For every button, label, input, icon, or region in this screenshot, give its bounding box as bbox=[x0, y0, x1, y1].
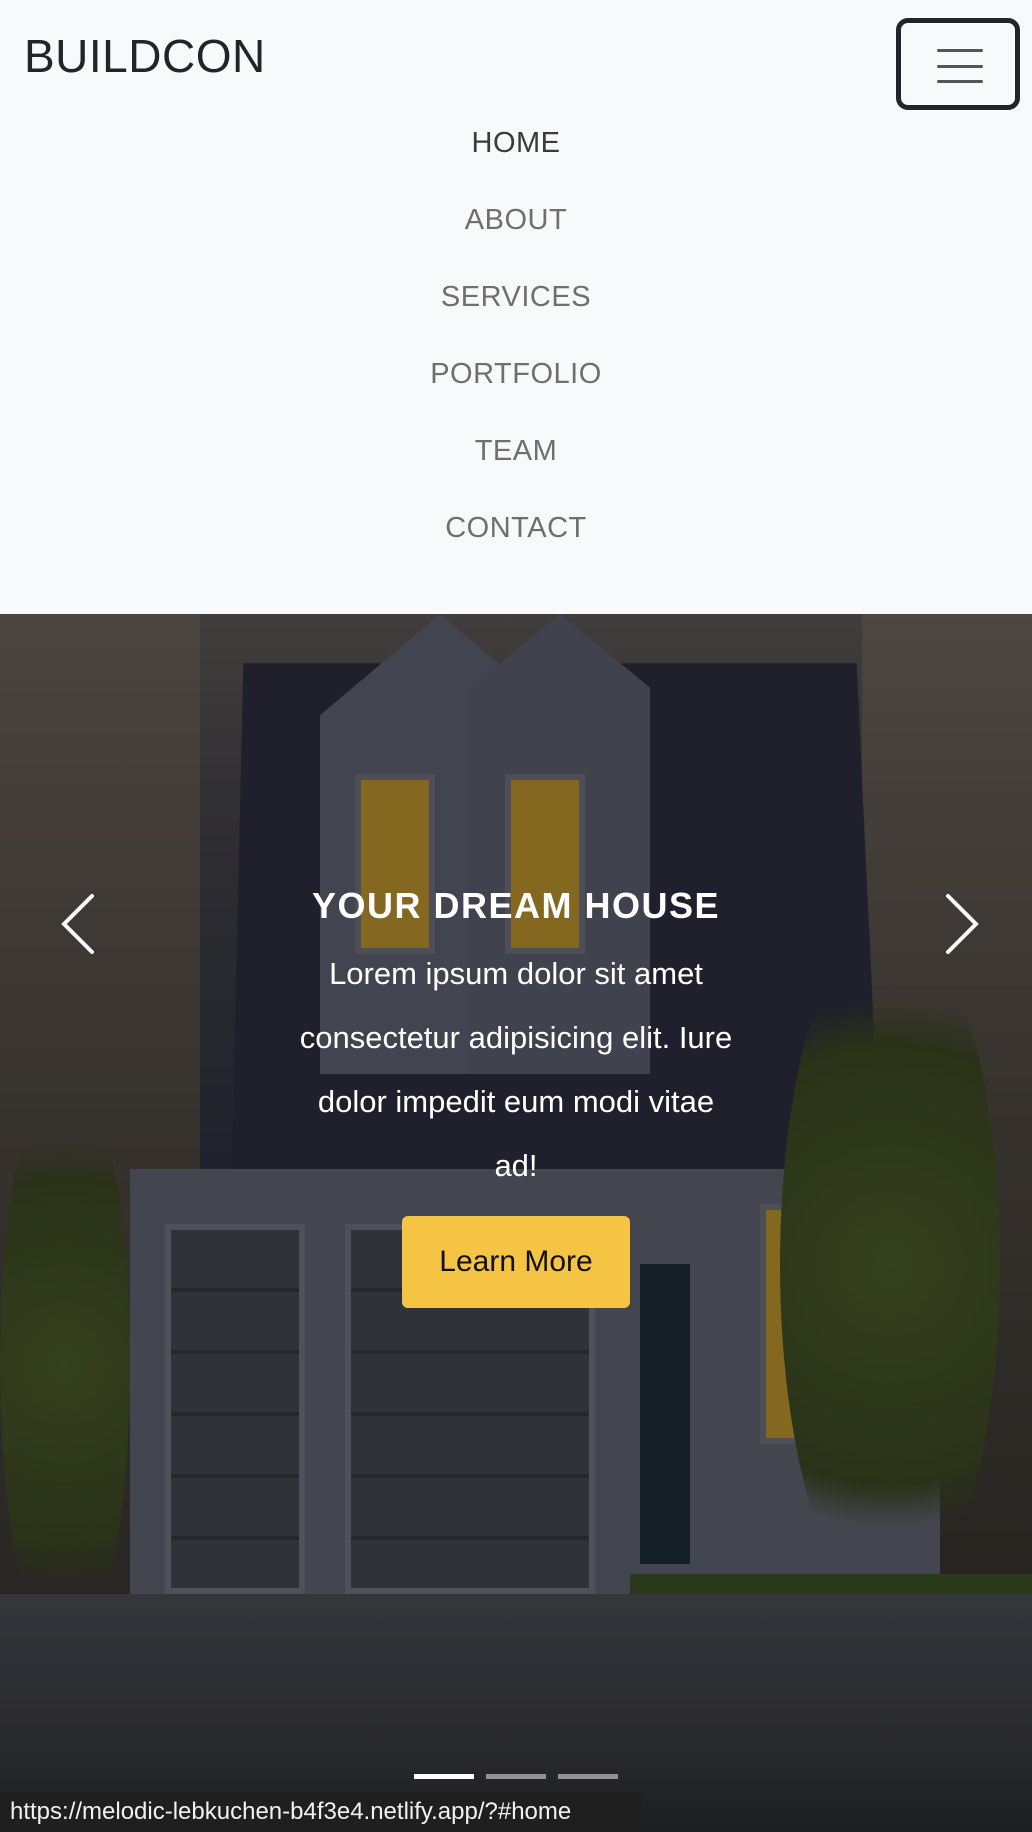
carousel-indicator-2[interactable] bbox=[486, 1774, 546, 1779]
brand-logo[interactable]: BUILDCON bbox=[24, 28, 266, 84]
link-status-bar: https://melodic-lebkuchen-b4f3e4.netlify… bbox=[0, 1792, 642, 1832]
hero-caption: YOUR DREAM HOUSE Lorem ipsum dolor sit a… bbox=[0, 864, 1032, 1308]
learn-more-button[interactable]: Learn More bbox=[402, 1216, 630, 1308]
nav-item-services[interactable]: SERVICES bbox=[0, 259, 1032, 336]
menu-toggle-button[interactable] bbox=[896, 18, 1020, 110]
nav-item-home[interactable]: HOME bbox=[0, 105, 1032, 182]
nav-item-about[interactable]: ABOUT bbox=[0, 182, 1032, 259]
nav-item-portfolio[interactable]: PORTFOLIO bbox=[0, 336, 1032, 413]
hero-text: Lorem ipsum dolor sit amet consectetur a… bbox=[299, 956, 733, 1183]
nav-item-contact[interactable]: CONTACT bbox=[0, 490, 1032, 567]
chevron-left-icon bbox=[61, 894, 94, 954]
carousel-next-button[interactable] bbox=[920, 884, 1000, 964]
hero-title: YOUR DREAM HOUSE bbox=[311, 885, 721, 926]
carousel-indicators bbox=[0, 1774, 1032, 1782]
nav-item-team[interactable]: TEAM bbox=[0, 413, 1032, 490]
carousel-indicator-1[interactable] bbox=[414, 1774, 474, 1779]
nav-menu: HOME ABOUT SERVICES PORTFOLIO TEAM CONTA… bbox=[0, 105, 1032, 567]
carousel-prev-button[interactable] bbox=[40, 884, 120, 964]
hero-carousel: YOUR DREAM HOUSE Lorem ipsum dolor sit a… bbox=[0, 614, 1032, 1832]
carousel-indicator-3[interactable] bbox=[558, 1774, 618, 1779]
navbar: BUILDCON HOME ABOUT SERVICES PORTFOLIO T… bbox=[0, 0, 1032, 614]
hamburger-icon bbox=[937, 49, 983, 83]
chevron-right-icon bbox=[946, 894, 979, 954]
